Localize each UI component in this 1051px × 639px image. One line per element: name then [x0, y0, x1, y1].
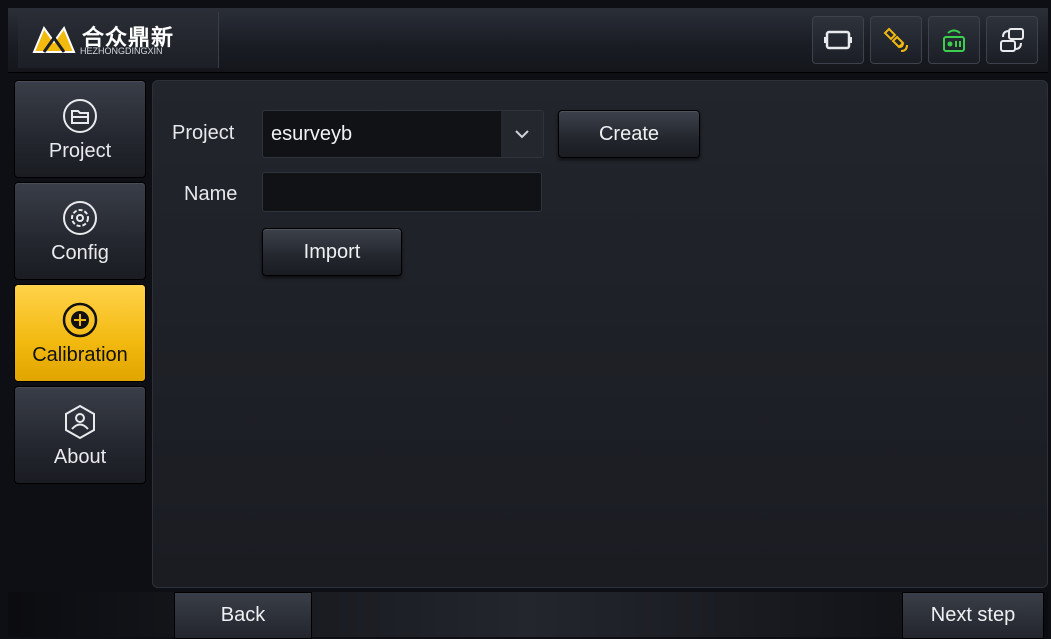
sidebar-nav: Project Config Calibration About	[14, 80, 146, 488]
project-label: Project	[172, 122, 235, 144]
sidebar-item-config[interactable]: Config	[14, 182, 146, 280]
folder-icon	[63, 98, 97, 133]
satellite-button[interactable]	[870, 16, 922, 64]
project-select-value: esurveyb	[271, 123, 353, 145]
radio-button[interactable]	[928, 16, 980, 64]
sidebar-item-label: Project	[48, 139, 112, 162]
next-step-button[interactable]: Next step	[902, 592, 1044, 639]
chevron-down-icon[interactable]	[501, 111, 543, 157]
status-icons	[812, 16, 1038, 64]
logo-text-en: HEZHONGDINGXIN	[80, 46, 163, 56]
sidebar-item-project[interactable]: Project	[14, 80, 146, 178]
project-select[interactable]: esurveyb	[262, 110, 544, 158]
create-button[interactable]: Create	[558, 110, 700, 158]
top-bar: 合众鼎新 HEZHONGDINGXIN	[8, 8, 1048, 73]
bottom-bar: Back Next step	[8, 592, 1048, 639]
gear-icon	[63, 200, 97, 235]
radio-icon	[943, 29, 965, 52]
name-input[interactable]	[262, 172, 542, 212]
calibration-icon	[62, 302, 98, 337]
sidebar-item-calibration[interactable]: Calibration	[14, 284, 146, 382]
about-icon	[65, 404, 95, 439]
import-button[interactable]: Import	[262, 228, 402, 276]
main-panel: Project esurveyb Create Name Import	[152, 80, 1048, 588]
switch-icon	[1000, 28, 1024, 52]
screen-icon	[824, 30, 852, 50]
screen-button[interactable]	[812, 16, 864, 64]
logo-mark-icon	[32, 25, 76, 53]
satellite-icon	[883, 27, 908, 52]
brand-logo: 合众鼎新 HEZHONGDINGXIN	[18, 12, 219, 68]
sidebar-item-about[interactable]: About	[14, 386, 146, 484]
name-label: Name	[184, 183, 238, 205]
back-button[interactable]: Back	[174, 592, 312, 639]
sidebar-item-label: About	[53, 445, 107, 468]
sidebar-item-label: Calibration	[32, 343, 128, 366]
sidebar-item-label: Config	[51, 241, 109, 264]
switch-button[interactable]	[986, 16, 1038, 64]
